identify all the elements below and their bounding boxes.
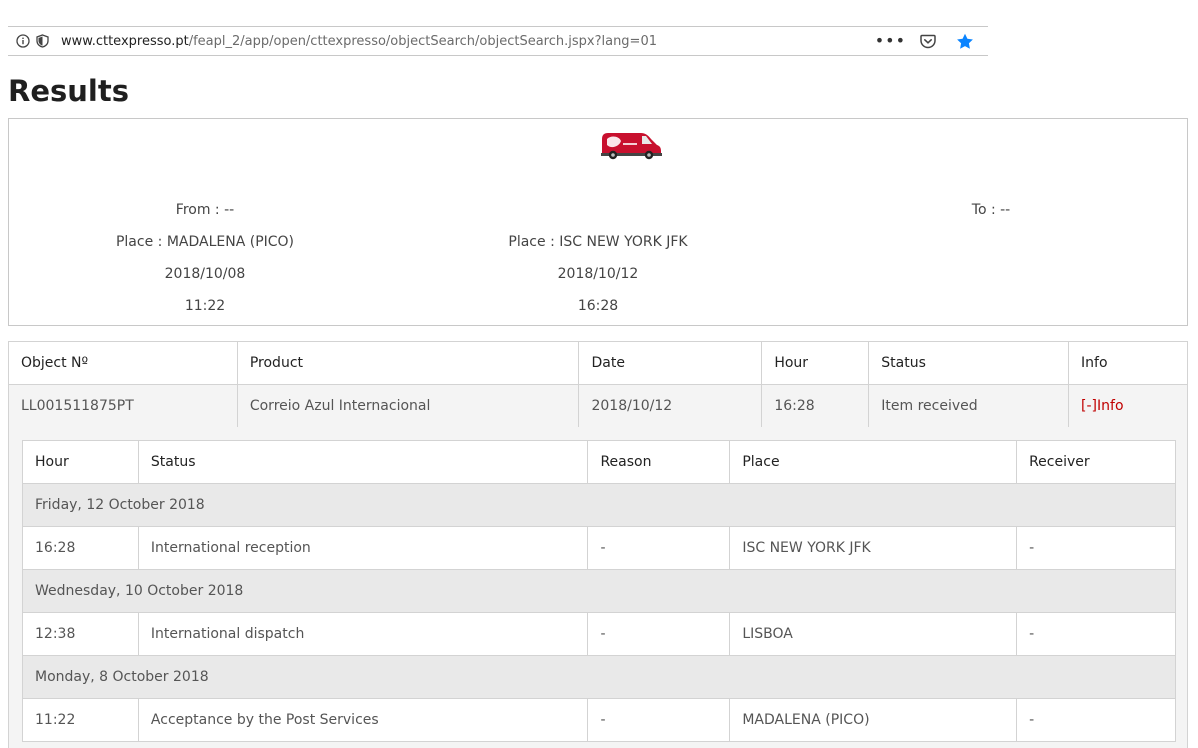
- event-reason: -: [587, 698, 731, 742]
- event-reason: -: [587, 526, 731, 570]
- column-header: Object Nº: [8, 341, 238, 385]
- day-group-row: Wednesday, 10 October 2018: [22, 569, 1176, 613]
- event-receiver: -: [1016, 698, 1176, 742]
- info-toggle-link[interactable]: [-]Info: [1081, 398, 1123, 414]
- day-group-row: Friday, 12 October 2018: [22, 483, 1176, 527]
- event-hour: 11:22: [22, 698, 139, 742]
- column-header: Status: [868, 341, 1070, 385]
- page-title: Results: [8, 74, 129, 108]
- event-hour: 16:28: [22, 526, 139, 570]
- event-status: International dispatch: [137, 612, 589, 656]
- day-label: Monday, 8 October 2018: [22, 655, 1176, 699]
- event-reason: -: [587, 612, 731, 656]
- table-row: 12:38 International dispatch - LISBOA -: [22, 612, 1176, 656]
- url-host: www.cttexpresso.pt: [61, 33, 189, 49]
- table-row: 16:28 International reception - ISC NEW …: [22, 526, 1176, 570]
- to-label: To : --: [971, 202, 1011, 218]
- objects-table: Object Nº Product Date Hour Status Info …: [8, 341, 1188, 428]
- table-header-row: Object Nº Product Date Hour Status Info: [8, 341, 1188, 385]
- shipment-summary: From : -- To : -- Place : MADALENA (PICO…: [8, 118, 1188, 326]
- delivery-van-icon: [599, 129, 663, 165]
- tracking-details-panel: Hour Status Reason Place Receiver Friday…: [8, 427, 1188, 748]
- event-hour: 12:38: [22, 612, 139, 656]
- event-receiver: -: [1016, 526, 1176, 570]
- event-place: MADALENA (PICO): [729, 698, 1018, 742]
- origin-date: 2018/10/08: [164, 266, 246, 282]
- table-header-row: Hour Status Reason Place Receiver: [22, 440, 1176, 484]
- event-status: Acceptance by the Post Services: [137, 698, 589, 742]
- bookmark-star-icon[interactable]: [956, 33, 974, 50]
- column-header: Product: [236, 341, 580, 385]
- event-receiver: -: [1016, 612, 1176, 656]
- destination-date: 2018/10/12: [557, 266, 639, 282]
- day-label: Friday, 12 October 2018: [22, 483, 1176, 527]
- object-number: LL001511875PT: [8, 384, 238, 428]
- object-status: Item received: [868, 384, 1070, 428]
- events-table: Hour Status Reason Place Receiver Friday…: [22, 440, 1176, 742]
- product-name: Correio Azul Internacional: [236, 384, 580, 428]
- column-header: Hour: [22, 440, 139, 484]
- from-label: From : --: [175, 202, 235, 218]
- url-path: /feapl_2/app/open/cttexpresso/objectSear…: [188, 33, 657, 49]
- destination-time: 16:28: [577, 298, 619, 314]
- event-place: LISBOA: [729, 612, 1018, 656]
- event-place: ISC NEW YORK JFK: [729, 526, 1018, 570]
- origin-time: 11:22: [184, 298, 226, 314]
- table-row: 11:22 Acceptance by the Post Services - …: [22, 698, 1176, 742]
- object-date: 2018/10/12: [578, 384, 763, 428]
- origin-place: Place : MADALENA (PICO): [115, 234, 295, 250]
- column-header: Reason: [587, 440, 731, 484]
- pocket-icon[interactable]: [920, 34, 936, 49]
- url-text[interactable]: www.cttexpresso.pt/feapl_2/app/open/ctte…: [61, 34, 657, 49]
- column-header: Status: [137, 440, 589, 484]
- address-bar[interactable]: www.cttexpresso.pt/feapl_2/app/open/ctte…: [8, 26, 988, 56]
- event-status: International reception: [137, 526, 589, 570]
- day-label: Wednesday, 10 October 2018: [22, 569, 1176, 613]
- destination-place: Place : ISC NEW YORK JFK: [508, 234, 688, 250]
- more-icon[interactable]: •••: [875, 33, 906, 49]
- shield-icon[interactable]: [36, 34, 49, 48]
- info-icon[interactable]: [16, 34, 30, 48]
- table-row: LL001511875PT Correio Azul Internacional…: [8, 384, 1188, 428]
- object-hour: 16:28: [761, 384, 870, 428]
- column-header: Receiver: [1016, 440, 1176, 484]
- day-group-row: Monday, 8 October 2018: [22, 655, 1176, 699]
- column-header: Date: [578, 341, 763, 385]
- column-header: Info: [1068, 341, 1188, 385]
- column-header: Place: [729, 440, 1018, 484]
- column-header: Hour: [761, 341, 870, 385]
